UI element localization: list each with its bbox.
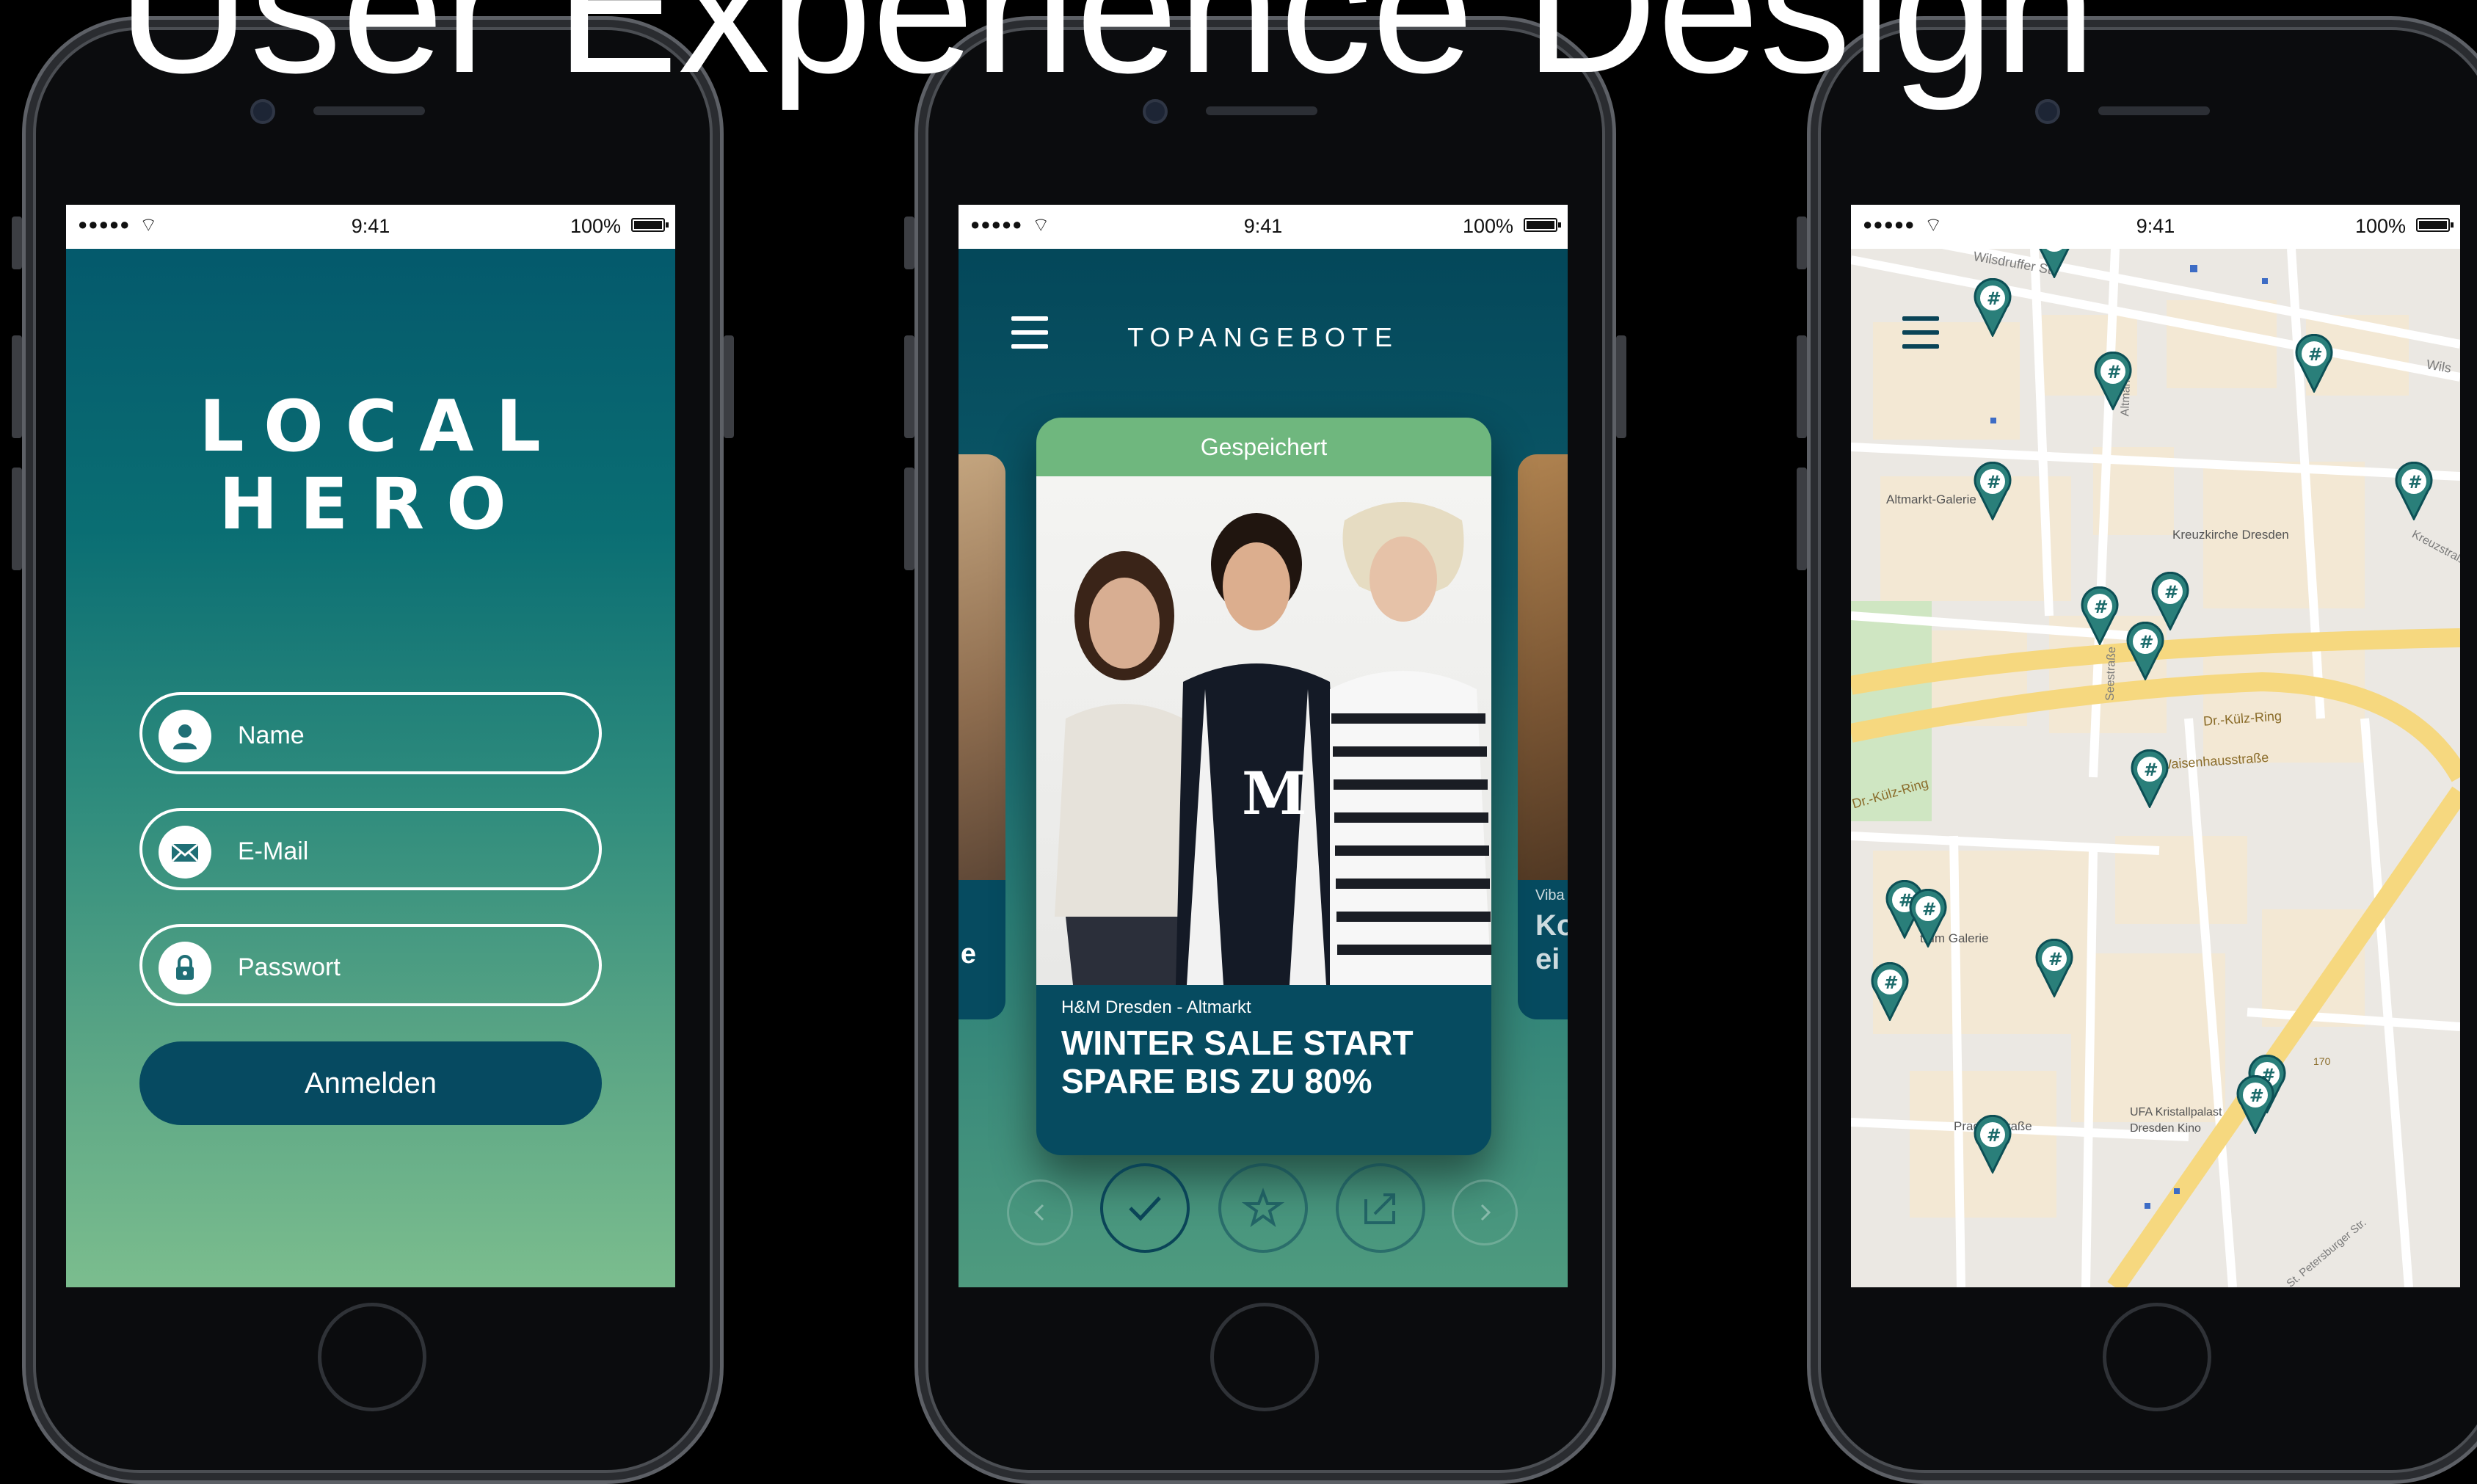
svg-text:#: # — [2308, 344, 2322, 365]
offer-store: H&M Dresden - Altmarkt — [1061, 997, 1251, 1017]
svg-text:#: # — [2408, 472, 2422, 492]
previous-icon[interactable] — [1007, 1179, 1073, 1245]
map-pin-icon[interactable]: # — [2080, 586, 2120, 647]
saved-badge: Gespeichert — [1036, 418, 1491, 476]
map-pin-icon[interactable]: # — [1973, 1114, 2012, 1175]
map-label-ufa-1: UFA Kristallpalast — [2130, 1106, 2222, 1119]
svg-text:#: # — [1987, 472, 2001, 492]
svg-text:#: # — [2139, 632, 2153, 652]
map-pin-icon[interactable]: # — [2236, 1074, 2275, 1135]
map-pin-icon[interactable]: # — [2150, 571, 2190, 632]
name-field[interactable]: Name — [139, 692, 602, 774]
password-field[interactable]: Passwort — [139, 924, 602, 1006]
next-card-line1: Ko — [1535, 909, 1568, 942]
map-pin-icon[interactable]: # — [2034, 938, 2074, 999]
map-screen: ●●●●● ⌔ 9:41 100% 170 Wilsdruffer Str. W… — [1851, 205, 2460, 1287]
status-bar: ●●●●● ⌔ 9:41 100% — [66, 205, 675, 249]
map-label-ufa-2: Dresden Kino — [2130, 1122, 2201, 1135]
status-bar: ●●●●● ⌔ 9:41 100% — [1851, 205, 2460, 249]
offer-headline: WINTER SALE START SPARE BIS ZU 80% — [1061, 1024, 1414, 1100]
offer-photo: M — [1036, 476, 1491, 985]
name-field-label: Name — [238, 721, 305, 749]
home-button[interactable] — [1210, 1303, 1319, 1411]
offer-photo — [1518, 454, 1568, 880]
phone-map: ●●●●● ⌔ 9:41 100% 170 Wilsdruffer Str. W… — [1797, 16, 2477, 1484]
offer-photo — [959, 454, 1005, 880]
login-screen: ●●●●● ⌔ 9:41 100% LOCAL HERO Name E-Mail… — [66, 205, 675, 1287]
home-button[interactable] — [2103, 1303, 2211, 1411]
map-label-altmarkt-galerie: Altmarkt-Galerie — [1886, 492, 1976, 506]
battery-percent: 100% — [570, 215, 621, 237]
svg-text:#: # — [2048, 949, 2062, 970]
phone-login: ●●●●● ⌔ 9:41 100% LOCAL HERO Name E-Mail… — [12, 16, 734, 1484]
user-icon — [159, 710, 211, 763]
battery-percent: 100% — [2354, 215, 2406, 237]
previous-offer-card[interactable]: e — [959, 454, 1005, 1019]
phone-offers: ●●●●● ⌔ 9:41 100% TOPANGEBOTE e Viba Ko … — [904, 16, 1626, 1484]
logo-hero: HERO — [219, 463, 528, 545]
next-card-small: Viba — [1535, 887, 1565, 903]
svg-text:#: # — [1987, 1125, 2001, 1146]
map-pin-icon[interactable]: # — [2394, 461, 2434, 522]
battery-percent: 100% — [1462, 215, 1513, 237]
battery-icon — [1524, 218, 1561, 232]
svg-text:M: M — [1242, 759, 1307, 828]
svg-text:#: # — [1922, 899, 1936, 920]
map-label-seestrasse: Seestraße — [2103, 646, 2119, 702]
road-170-label: 170 — [2313, 1055, 2331, 1067]
svg-text:#: # — [2164, 582, 2178, 603]
page-headline: User Experience Design — [117, 0, 2096, 111]
star-icon[interactable] — [1218, 1163, 1308, 1253]
check-icon[interactable] — [1100, 1163, 1190, 1253]
map-pin-icon[interactable]: # — [1908, 888, 1948, 949]
login-button[interactable]: Anmelden — [139, 1041, 602, 1125]
map-pin-icon[interactable]: # — [1870, 961, 1910, 1022]
offer-card[interactable]: Gespeichert M H&M Dresden - Altmarkt WIN… — [1036, 418, 1491, 1155]
logo-local: LOCAL — [199, 385, 563, 468]
offer-headline-line2: SPARE BIS ZU 80% — [1061, 1062, 1372, 1100]
menu-icon[interactable] — [1902, 316, 1939, 349]
lock-icon — [159, 942, 211, 994]
svg-text:#: # — [2144, 760, 2158, 780]
svg-text:#: # — [1884, 972, 1898, 993]
svg-text:#: # — [2094, 597, 2108, 617]
home-button[interactable] — [318, 1303, 426, 1411]
map-pin-icon[interactable]: # — [2130, 749, 2169, 810]
svg-text:#: # — [2249, 1085, 2263, 1106]
battery-icon — [631, 218, 669, 232]
email-field[interactable]: E-Mail — [139, 808, 602, 890]
svg-text:#: # — [2107, 362, 2121, 382]
mail-icon — [159, 826, 211, 879]
status-bar: ●●●●● ⌔ 9:41 100% — [959, 205, 1568, 249]
map-pin-icon[interactable]: # — [1973, 461, 2012, 522]
map-pin-icon[interactable]: # — [2093, 351, 2133, 412]
next-icon[interactable] — [1452, 1179, 1518, 1245]
previous-card-text: e — [960, 939, 976, 970]
password-field-label: Passwort — [238, 953, 341, 981]
next-offer-card[interactable]: Viba Ko ei — [1518, 454, 1568, 1019]
next-card-line2: ei — [1535, 943, 1560, 975]
email-field-label: E-Mail — [238, 837, 309, 865]
share-icon[interactable] — [1336, 1163, 1425, 1253]
offer-headline-line1: WINTER SALE START — [1061, 1024, 1414, 1062]
svg-text:#: # — [1987, 288, 2001, 309]
map-label-kreuzkirche: Kreuzkirche Dresden — [2172, 528, 2289, 542]
map-pin-icon[interactable]: # — [2294, 333, 2334, 394]
battery-icon — [2416, 218, 2454, 232]
screen-title: TOPANGEBOTE — [1127, 322, 1399, 352]
speaker-grille — [2098, 106, 2210, 115]
map-pin-icon[interactable]: # — [1973, 277, 2012, 338]
offers-screen: ●●●●● ⌔ 9:41 100% TOPANGEBOTE e Viba Ko … — [959, 205, 1568, 1287]
